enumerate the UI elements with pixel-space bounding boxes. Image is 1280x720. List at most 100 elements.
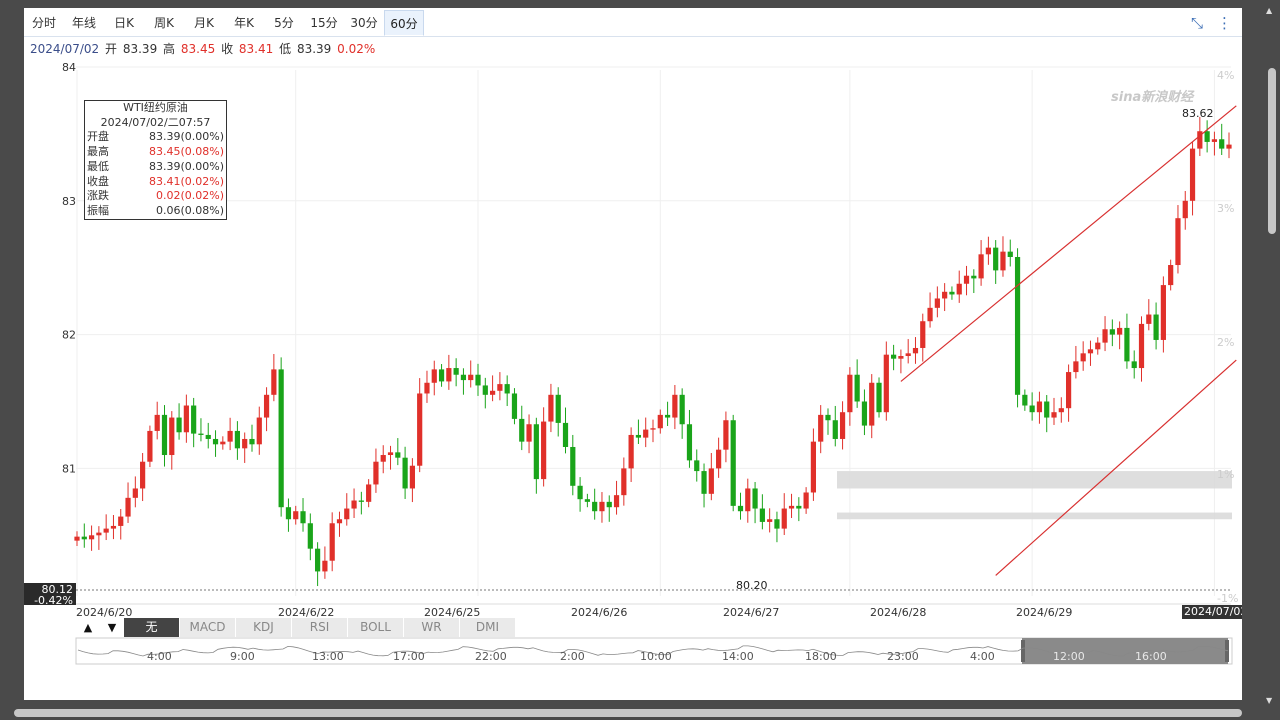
info-row-label: 最低 <box>87 159 109 173</box>
info-datetime: 2024/07/02/二07:57 <box>100 115 211 129</box>
nav-time-label: 14:00 <box>722 650 754 663</box>
candle-body <box>686 424 693 461</box>
info-row: 涨跌 0.02(0.02%) <box>85 189 226 204</box>
candle-body <box>205 434 211 439</box>
nav-time-label: 2:00 <box>560 650 585 663</box>
candle-body <box>519 418 525 442</box>
overlap-band <box>837 512 1232 520</box>
nav-time-label: 17:00 <box>393 650 425 663</box>
vertical-scrollbar[interactable] <box>1268 68 1276 234</box>
candle-body <box>1146 314 1152 324</box>
arrow-down-icon[interactable]: ▼ <box>100 618 124 637</box>
candle-body <box>1065 372 1072 409</box>
nav-time-label: 12:00 <box>1053 650 1085 663</box>
scroll-up-icon[interactable]: ▲ <box>1266 6 1272 15</box>
right-pct-label: 2% <box>1217 336 1234 349</box>
info-row-value: 0.02(0.02%) <box>155 189 224 203</box>
info-row-label: 振幅 <box>87 203 109 217</box>
candle-body <box>234 430 241 449</box>
candle-body <box>351 500 357 509</box>
candle-body <box>110 525 117 529</box>
indicator-boll[interactable]: BOLL <box>348 618 404 637</box>
candle-body <box>147 430 153 462</box>
candle-body <box>118 516 124 526</box>
y-tick-label: 84 <box>62 61 76 74</box>
info-row-value: 0.06(0.08%) <box>155 203 224 217</box>
info-row-label: 开盘 <box>87 130 109 144</box>
candle-body <box>1109 329 1115 335</box>
candle-body <box>1073 361 1079 373</box>
y-tick-label: 81 <box>62 462 76 475</box>
candle-body <box>256 417 262 445</box>
candle-body <box>81 536 87 540</box>
candle-body <box>781 508 787 529</box>
indicator-dmi[interactable]: DMI <box>460 618 516 637</box>
candle-body <box>198 433 204 435</box>
candle-body <box>1044 401 1050 418</box>
nav-time-label: 18:00 <box>805 650 837 663</box>
candle-body <box>716 449 722 469</box>
candle-body <box>541 421 547 480</box>
candle-body <box>329 523 335 561</box>
candle-body <box>737 505 744 512</box>
candle-body <box>1226 144 1232 149</box>
right-pct-label: 3% <box>1217 202 1234 215</box>
candle-body <box>468 374 474 381</box>
candle-body <box>1036 401 1043 413</box>
info-row-label: 最高 <box>87 145 109 159</box>
candle-body <box>176 417 182 433</box>
candle-body <box>570 446 576 486</box>
info-row-value: 83.39(0.00%) <box>148 130 224 144</box>
candle-body <box>1022 394 1028 406</box>
candle-body <box>635 434 642 438</box>
arrow-up-icon[interactable]: ▲ <box>76 618 100 637</box>
candle-body <box>613 495 620 508</box>
candle-body <box>956 283 962 295</box>
candle-body <box>949 291 955 295</box>
indicator-wr[interactable]: WR <box>404 618 460 637</box>
candle-body <box>759 508 765 522</box>
candle-body <box>1211 139 1218 142</box>
indicator-无[interactable]: 无 <box>124 618 180 637</box>
sina-watermark-logo: sina新浪财经 <box>1111 90 1194 105</box>
nav-time-label: 22:00 <box>475 650 507 663</box>
candle-body <box>730 420 736 506</box>
navigator-handle-left <box>1021 640 1025 662</box>
candle-body <box>1095 342 1101 350</box>
navigator-handle-right <box>1225 640 1229 662</box>
candle-body <box>1175 218 1181 266</box>
candle-body <box>475 374 481 386</box>
candle-body <box>220 441 226 445</box>
candle-body <box>1168 265 1174 286</box>
candle-body <box>628 434 634 469</box>
candle-body <box>431 369 437 383</box>
candle-body <box>489 390 496 395</box>
candle-body <box>1124 327 1130 362</box>
candle-body <box>745 488 751 512</box>
current-time-label: 2024/07/02 07:57 <box>1182 605 1242 619</box>
candle-body <box>212 438 219 445</box>
candle-body <box>460 374 467 381</box>
horizontal-scrollbar[interactable] <box>14 709 1242 717</box>
candle-body <box>993 247 999 271</box>
candle-body <box>402 457 408 489</box>
right-pct-label: 1% <box>1217 468 1234 481</box>
candle-body <box>1189 148 1196 201</box>
candle-body <box>366 484 372 502</box>
indicator-macd[interactable]: MACD <box>180 618 236 637</box>
candle-body <box>380 455 386 462</box>
x-tick-label: 2024/6/29 <box>1016 606 1072 619</box>
indicator-kdj[interactable]: KDJ <box>236 618 292 637</box>
x-tick-label: 2024/6/26 <box>571 606 627 619</box>
candle-body <box>562 422 569 447</box>
candle-body <box>927 307 933 322</box>
candle-body <box>971 275 977 279</box>
candle-body <box>344 508 350 520</box>
x-tick-label: 2024/6/28 <box>870 606 926 619</box>
candle-body <box>395 452 401 458</box>
scroll-down-icon[interactable]: ▼ <box>1266 696 1272 705</box>
candle-body <box>358 500 364 502</box>
candle-body <box>657 414 663 429</box>
nav-time-label: 16:00 <box>1135 650 1167 663</box>
indicator-rsi[interactable]: RSI <box>292 618 348 637</box>
